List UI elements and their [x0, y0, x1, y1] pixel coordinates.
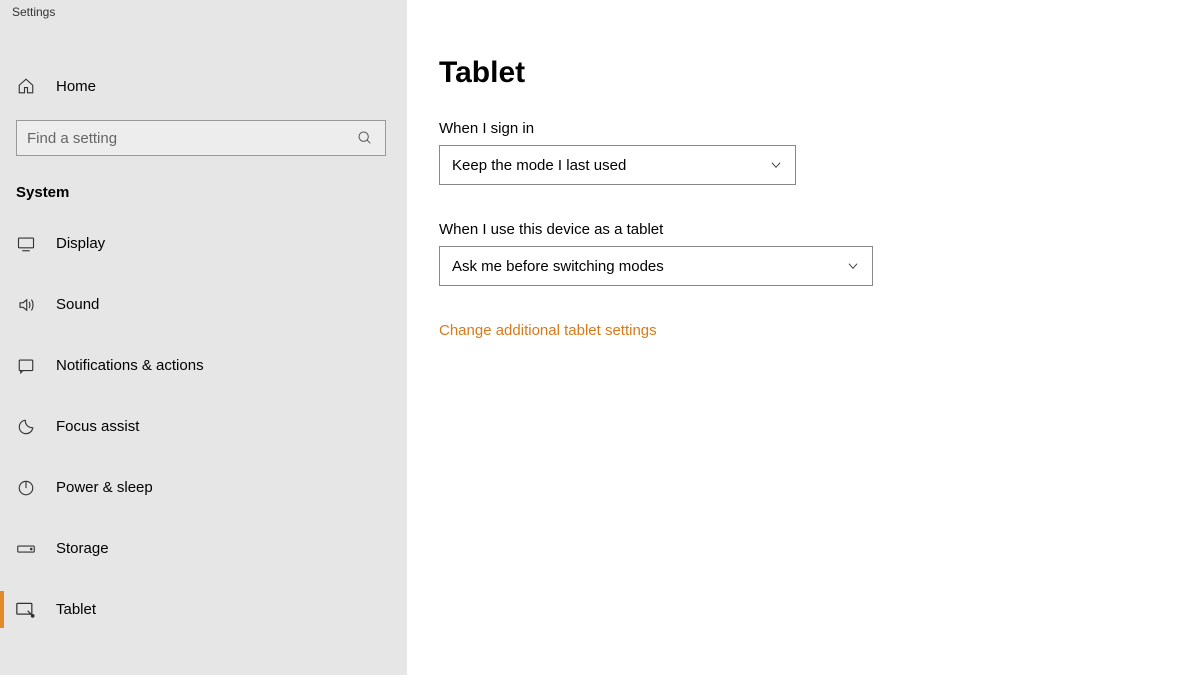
- sidebar-item-display[interactable]: Display: [0, 213, 407, 274]
- search-icon: [345, 130, 385, 146]
- sidebar-item-power-sleep[interactable]: Power & sleep: [0, 457, 407, 518]
- device-label: When I use this device as a tablet: [439, 221, 1200, 238]
- device-value: Ask me before switching modes: [452, 258, 664, 275]
- signin-dropdown[interactable]: Keep the mode I last used: [439, 145, 796, 185]
- sidebar-item-storage[interactable]: Storage: [0, 518, 407, 579]
- search-input[interactable]: [16, 120, 386, 156]
- additional-settings-link[interactable]: Change additional tablet settings: [439, 322, 657, 339]
- chevron-down-icon: [846, 259, 860, 273]
- window-title: Settings: [0, 0, 407, 24]
- signin-label: When I sign in: [439, 120, 1200, 137]
- chevron-down-icon: [769, 158, 783, 172]
- sidebar: Settings Home System: [0, 0, 407, 675]
- tablet-icon: [16, 601, 36, 619]
- sidebar-item-label: Storage: [56, 540, 109, 557]
- section-label: System: [0, 156, 407, 213]
- focus-assist-icon: [16, 418, 36, 436]
- home-button[interactable]: Home: [0, 66, 407, 106]
- sidebar-item-tablet[interactable]: Tablet: [0, 579, 407, 640]
- display-icon: [16, 235, 36, 253]
- sidebar-item-label: Tablet: [56, 601, 96, 618]
- main-content: Tablet When I sign in Keep the mode I la…: [407, 0, 1200, 675]
- sidebar-item-label: Display: [56, 235, 105, 252]
- sound-icon: [16, 296, 36, 314]
- storage-icon: [16, 542, 36, 556]
- sidebar-item-sound[interactable]: Sound: [0, 274, 407, 335]
- page-title: Tablet: [439, 56, 1200, 90]
- notifications-icon: [16, 357, 36, 375]
- sidebar-item-label: Power & sleep: [56, 479, 153, 496]
- search-field[interactable]: [17, 121, 345, 155]
- sidebar-item-notifications[interactable]: Notifications & actions: [0, 335, 407, 396]
- home-label: Home: [56, 78, 96, 95]
- signin-value: Keep the mode I last used: [452, 157, 626, 174]
- home-icon: [16, 77, 36, 95]
- sidebar-item-label: Notifications & actions: [56, 357, 204, 374]
- device-dropdown[interactable]: Ask me before switching modes: [439, 246, 873, 286]
- power-icon: [16, 479, 36, 497]
- nav-list: Display Sound Notifications & actions Fo…: [0, 213, 407, 640]
- sidebar-item-label: Focus assist: [56, 418, 139, 435]
- sidebar-item-focus-assist[interactable]: Focus assist: [0, 396, 407, 457]
- sidebar-item-label: Sound: [56, 296, 99, 313]
